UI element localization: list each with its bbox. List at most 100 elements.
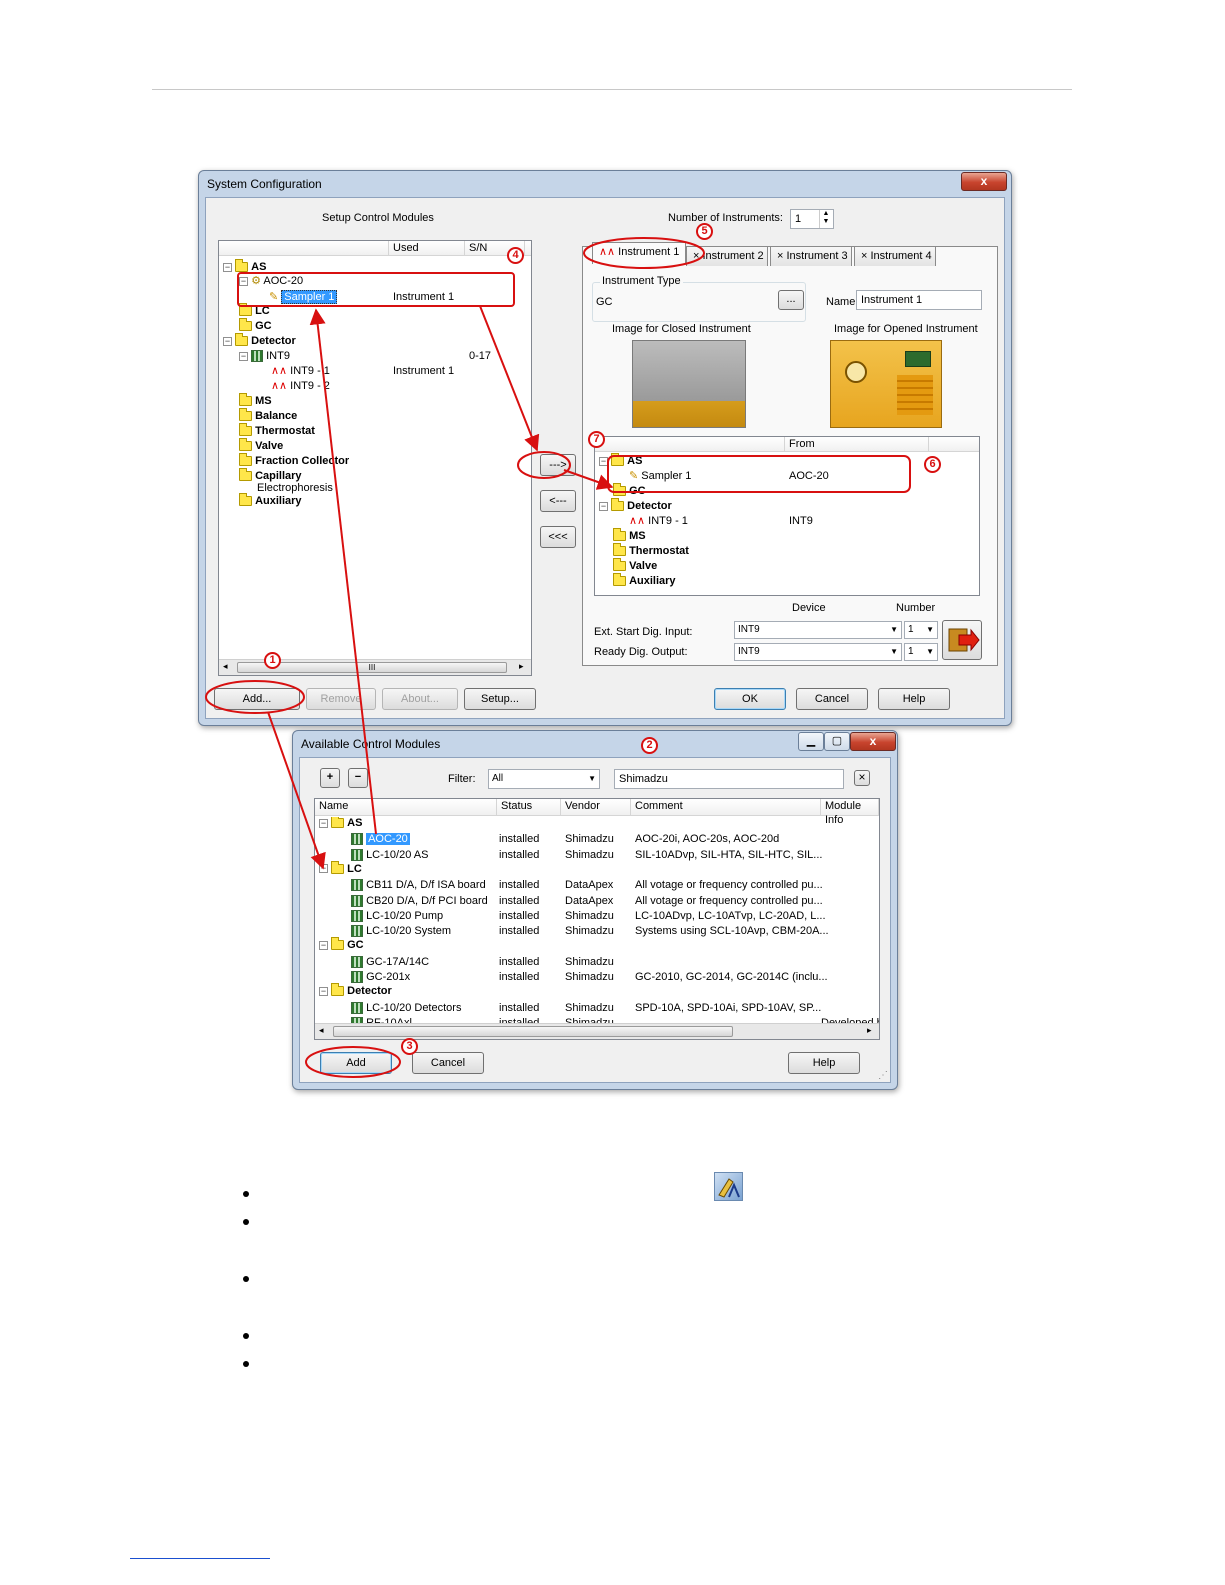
expand-all-button[interactable]: + (320, 768, 340, 788)
about-button[interactable]: About... (382, 688, 458, 710)
table-row[interactable]: LC-10/20 Pump installed Shimadzu LC-10ADvp,… (315, 909, 879, 924)
tree-node-fraction-collector[interactable]: Fraction Collector (239, 453, 349, 468)
module-group[interactable]: − Detector (319, 983, 392, 998)
number-of-instruments-spinner[interactable]: 1 ▲ ▼ (790, 209, 834, 229)
collapse-icon: − (319, 985, 328, 996)
column-status[interactable]: Status (497, 799, 561, 816)
table-row[interactable]: GC-201x installed Shimadzu GC-2010, GC-2014… (315, 970, 879, 985)
collapse-all-button[interactable]: − (348, 768, 368, 788)
filter-select[interactable]: All ▼ (488, 769, 600, 789)
table-row[interactable]: LC-10/20 Detectors installed Shimadzu SPD-1… (315, 1001, 879, 1016)
cancel-button[interactable]: Cancel (412, 1052, 484, 1074)
collapse-icon: − (319, 939, 328, 950)
instrument-tree-valve[interactable]: Valve (613, 558, 657, 573)
table-row[interactable]: AOC-20 installed Shimadzu AOC-20i, AOC-20s,… (315, 832, 879, 847)
column-vendor[interactable]: Vendor (561, 799, 631, 816)
filter-search-input[interactable]: Shimadzu (614, 769, 844, 789)
instrument-tree-thermostat[interactable]: Thermostat (613, 543, 689, 558)
move-right-button[interactable]: ---> (540, 454, 576, 476)
help-button[interactable]: Help (878, 688, 950, 710)
tree-node-sampler1[interactable]: ✎ Sampler 1 (269, 290, 338, 304)
column-module-info[interactable]: Module Info (821, 799, 879, 826)
instrument-tree-int9-1[interactable]: ∧∧ INT9 - 1 (629, 515, 688, 528)
minimize-button[interactable]: ▁ (798, 732, 824, 751)
list-header: Name Status Vendor Comment Module Info (315, 799, 879, 826)
add-button[interactable]: Add (320, 1052, 392, 1074)
add-module-button[interactable]: Add... (214, 688, 300, 710)
table-row[interactable]: LC-10/20 System installed Shimadzu Systems … (315, 924, 879, 939)
digital-io-button[interactable] (942, 620, 982, 660)
cancel-button[interactable]: Cancel (796, 688, 868, 710)
column-used[interactable]: Used (389, 241, 465, 256)
table-row[interactable]: GC-17A/14C installed Shimadzu (315, 955, 879, 970)
tree-node-electrophoresis[interactable]: Electrophoresis (257, 482, 333, 495)
scroll-left-icon[interactable]: ◂ (223, 661, 228, 672)
column-from[interactable]: From (785, 437, 929, 452)
tab-instrument-3[interactable]: × Instrument 3 (770, 246, 852, 266)
callout-1: 1 (264, 652, 281, 669)
tree-node-gc[interactable]: GC (239, 318, 272, 333)
tree-node-int9-2[interactable]: ∧∧ INT9 - 2 (271, 380, 330, 393)
setup-button[interactable]: Setup... (464, 688, 536, 710)
maximize-button[interactable]: ▢ (824, 732, 850, 751)
ready-number-select[interactable]: 1 ▼ (904, 643, 938, 661)
help-button[interactable]: Help (788, 1052, 860, 1074)
tab-instrument-4[interactable]: × Instrument 4 (854, 246, 936, 266)
instrument-modules-tree[interactable]: From − AS ✎ Sampler 1 AOC-20 GC − Detect… (594, 436, 980, 596)
tree-node-ms[interactable]: MS (239, 393, 272, 408)
system-configuration-icon[interactable] (714, 1172, 743, 1201)
tree-node-int9-1[interactable]: ∧∧ INT9 - 1 (271, 365, 330, 378)
tree-node-detector[interactable]: − Detector (223, 333, 296, 348)
module-group[interactable]: − LC (319, 860, 362, 876)
scrollbar-thumb[interactable] (333, 1026, 733, 1037)
scroll-right-icon[interactable]: ▸ (519, 661, 524, 672)
move-all-left-button[interactable]: <<< (540, 526, 576, 548)
tree-node-valve[interactable]: Valve (239, 438, 283, 453)
resize-grip-icon[interactable]: ⋰ (878, 1070, 888, 1081)
scroll-right-icon[interactable]: ▸ (867, 1025, 872, 1036)
horizontal-scrollbar[interactable]: ◂ ▸ (315, 1023, 879, 1039)
instrument-tree-ms[interactable]: MS (613, 528, 646, 543)
instrument-tree-detector[interactable]: − Detector (599, 498, 672, 513)
keypad-icon (897, 375, 933, 415)
table-row[interactable]: CB20 D/A, D/f PCI board installed DataApex… (315, 894, 879, 909)
tree-node-int9[interactable]: − INT9 (239, 350, 290, 363)
instrument-tree-as[interactable]: − AS (599, 453, 642, 468)
tab-instrument-1[interactable]: ∧∧ Instrument 1 (592, 242, 686, 264)
clear-filter-button[interactable]: × (854, 770, 870, 786)
module-group[interactable]: − GC (319, 937, 364, 952)
tree-node-thermostat[interactable]: Thermostat (239, 423, 315, 438)
tab-instrument-2[interactable]: × Instrument 2 (686, 246, 768, 266)
tree-node-as[interactable]: − AS (223, 259, 266, 274)
tree-node-aoc20[interactable]: − ⚙ AOC-20 (239, 275, 303, 288)
column-comment[interactable]: Comment (631, 799, 821, 816)
tree-node-balance[interactable]: Balance (239, 408, 297, 423)
instrument-tree-sampler1[interactable]: ✎ Sampler 1 (629, 470, 691, 483)
folder-icon (239, 318, 252, 332)
table-row[interactable]: CB11 D/A, D/f ISA board installed DataApex… (315, 878, 879, 893)
ext-start-device-select[interactable]: INT9 ▼ (734, 621, 902, 639)
instrument-type-browse-button[interactable]: ... (778, 290, 804, 310)
tree-node-lc[interactable]: LC (239, 303, 270, 318)
column-name[interactable]: Name (315, 799, 497, 816)
available-modules-list[interactable]: Name Status Vendor Comment Module Info −… (314, 798, 880, 1040)
ok-button[interactable]: OK (714, 688, 786, 710)
ready-device-select[interactable]: INT9 ▼ (734, 643, 902, 661)
int9-1-from: INT9 (789, 515, 813, 527)
instrument-name-input[interactable]: Instrument 1 (856, 290, 982, 310)
opened-instrument-image[interactable] (830, 340, 942, 428)
close-button[interactable]: x (961, 172, 1007, 191)
closed-instrument-image[interactable] (632, 340, 746, 428)
scroll-left-icon[interactable]: ◂ (319, 1025, 324, 1036)
remove-button[interactable]: Remove (306, 688, 376, 710)
setup-modules-tree[interactable]: Used S/N − AS − ⚙ AOC-20 ✎ Sampler 1 Ins… (218, 240, 532, 676)
ext-start-number-select[interactable]: 1 ▼ (904, 621, 938, 639)
table-row[interactable]: LC-10/20 AS installed Shimadzu SIL-10ADvp, … (315, 848, 879, 863)
close-button[interactable]: x (850, 732, 896, 751)
module-group[interactable]: − AS (319, 817, 362, 830)
instrument-tree-gc[interactable]: GC (613, 483, 646, 498)
instrument-tree-auxiliary[interactable]: Auxiliary (613, 573, 676, 588)
tree-node-auxiliary[interactable]: Auxiliary (239, 493, 302, 508)
move-left-button[interactable]: <--- (540, 490, 576, 512)
dropdown-arrow-icon: ▼ (926, 647, 934, 656)
